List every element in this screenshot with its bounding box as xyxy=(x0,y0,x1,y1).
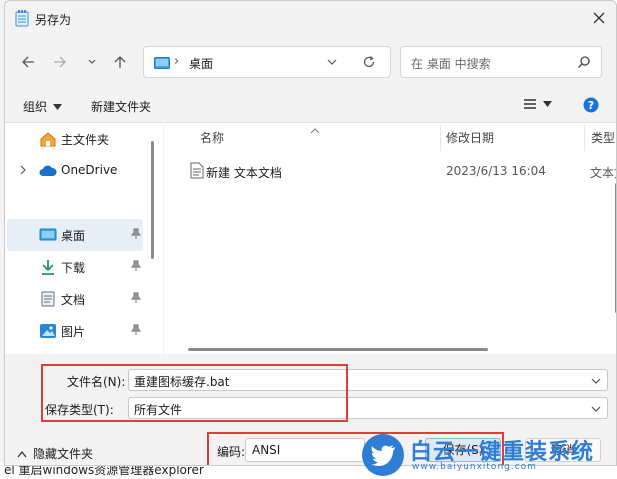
document-icon xyxy=(39,291,57,307)
navigation-bar: › 桌面 在 桌面 中搜索 xyxy=(5,39,616,85)
column-divider[interactable] xyxy=(440,125,441,151)
column-header-modified[interactable]: 修改日期 xyxy=(446,129,494,146)
download-icon xyxy=(39,259,57,275)
watermark-url: www.baiyunxitong.com xyxy=(412,462,537,472)
sidebar-item-label: 文档 xyxy=(61,293,86,307)
sidebar-item-desktop[interactable]: 桌面 xyxy=(7,219,143,251)
list-view-icon xyxy=(524,99,536,109)
sidebar-item-onedrive[interactable]: OneDrive xyxy=(7,155,143,187)
column-divider[interactable] xyxy=(584,125,585,151)
desktop-icon xyxy=(154,57,170,69)
refresh-button[interactable] xyxy=(362,55,376,72)
chevron-down-icon xyxy=(88,59,96,64)
sort-indicator-icon xyxy=(310,123,320,137)
search-box[interactable]: 在 桌面 中搜索 xyxy=(400,46,602,78)
file-row[interactable]: 新建 文本文档 2023/6/13 16:04 文本文 xyxy=(184,161,616,183)
svg-text:?: ? xyxy=(588,99,594,112)
view-options-button[interactable] xyxy=(523,98,552,110)
save-as-dialog: 另存为 › 桌面 在 桌面 中搜索 组织 新建文件夹 ? 主文件夹 OneDri… xyxy=(4,0,617,466)
pin-icon xyxy=(130,260,142,275)
caret-down-icon xyxy=(53,103,63,110)
file-type: 文本文 xyxy=(590,166,616,180)
sidebar-item-label: 桌面 xyxy=(61,229,86,243)
organize-label: 组织 xyxy=(23,100,48,114)
title-bar: 另存为 xyxy=(5,1,616,37)
search-placeholder: 在 桌面 中搜索 xyxy=(411,57,491,71)
cloud-icon xyxy=(39,163,57,179)
column-header-type[interactable]: 类型 xyxy=(591,129,615,146)
picture-icon xyxy=(39,323,57,339)
chevron-up-icon xyxy=(17,450,27,457)
sidebar-item-label: OneDrive xyxy=(61,163,118,177)
close-icon xyxy=(593,12,605,24)
sidebar-item-label: 下载 xyxy=(61,261,86,275)
chevron-down-icon[interactable] xyxy=(591,375,601,389)
arrow-up-icon xyxy=(114,56,126,68)
hide-folders-button[interactable]: 隐藏文件夹 xyxy=(17,445,93,462)
pin-icon xyxy=(130,228,142,243)
main-pane: 主文件夹 OneDrive 桌面 下载 文档 图片 名称 修改日期 类型 新建 … xyxy=(5,122,616,354)
forward-button[interactable] xyxy=(49,51,71,73)
arrow-left-icon xyxy=(22,56,34,68)
address-dropdown-button[interactable] xyxy=(326,56,338,71)
file-list: 名称 修改日期 类型 新建 文本文档 2023/6/13 16:04 文本文 xyxy=(163,123,616,354)
chevron-right-icon[interactable] xyxy=(19,164,27,178)
sidebar-item-pictures[interactable]: 图片 xyxy=(7,315,143,347)
breadcrumb-separator-icon: › xyxy=(174,54,180,69)
watermark: 白云一键重装系统 www.baiyunxitong.com xyxy=(362,434,614,476)
new-folder-button[interactable]: 新建文件夹 xyxy=(91,98,151,115)
chevron-down-icon[interactable] xyxy=(591,403,601,417)
desktop-icon xyxy=(39,227,57,243)
chevron-down-icon xyxy=(327,59,337,65)
file-modified: 2023/6/13 16:04 xyxy=(446,164,546,178)
hide-folders-label: 隐藏文件夹 xyxy=(33,447,94,461)
breadcrumb-location[interactable]: 桌面 xyxy=(189,55,213,72)
bird-logo-icon xyxy=(362,434,404,476)
sidebar-item-home[interactable]: 主文件夹 xyxy=(7,123,143,155)
save-form: 文件名(N): 重建图标缓存.bat 保存类型(T): 所有文件 xyxy=(5,357,616,427)
pin-icon xyxy=(130,324,142,339)
notepad-icon xyxy=(15,10,29,27)
sidebar-item-documents[interactable]: 文档 xyxy=(7,283,143,315)
search-icon xyxy=(577,55,591,72)
navigation-pane: 主文件夹 OneDrive 桌面 下载 文档 图片 xyxy=(5,123,155,354)
help-button[interactable]: ? xyxy=(583,97,599,113)
file-list-horizontal-scrollbar[interactable] xyxy=(188,348,488,351)
sidebar-item-label: 主文件夹 xyxy=(61,133,110,147)
recent-locations-button[interactable] xyxy=(81,51,103,73)
column-header-name[interactable]: 名称 xyxy=(200,129,224,146)
address-bar[interactable]: › 桌面 xyxy=(143,46,391,78)
sidebar-scrollbar[interactable] xyxy=(151,141,154,259)
help-icon: ? xyxy=(583,97,599,113)
close-button[interactable] xyxy=(592,11,606,25)
highlight-box xyxy=(41,364,348,422)
back-button[interactable] xyxy=(17,51,39,73)
file-name: 新建 文本文档 xyxy=(206,166,282,180)
organize-button[interactable]: 组织 xyxy=(23,98,63,115)
command-bar: 组织 新建文件夹 ? xyxy=(5,89,616,121)
pin-icon xyxy=(130,292,142,307)
up-button[interactable] xyxy=(109,51,131,73)
home-icon xyxy=(39,131,57,147)
sidebar-item-label: 图片 xyxy=(61,325,86,339)
window-title: 另存为 xyxy=(35,13,72,27)
sidebar-item-downloads[interactable]: 下载 xyxy=(7,251,143,283)
caret-down-icon xyxy=(543,101,552,107)
refresh-icon xyxy=(363,56,375,68)
text-file-icon xyxy=(190,162,204,182)
arrow-right-icon xyxy=(54,56,66,68)
